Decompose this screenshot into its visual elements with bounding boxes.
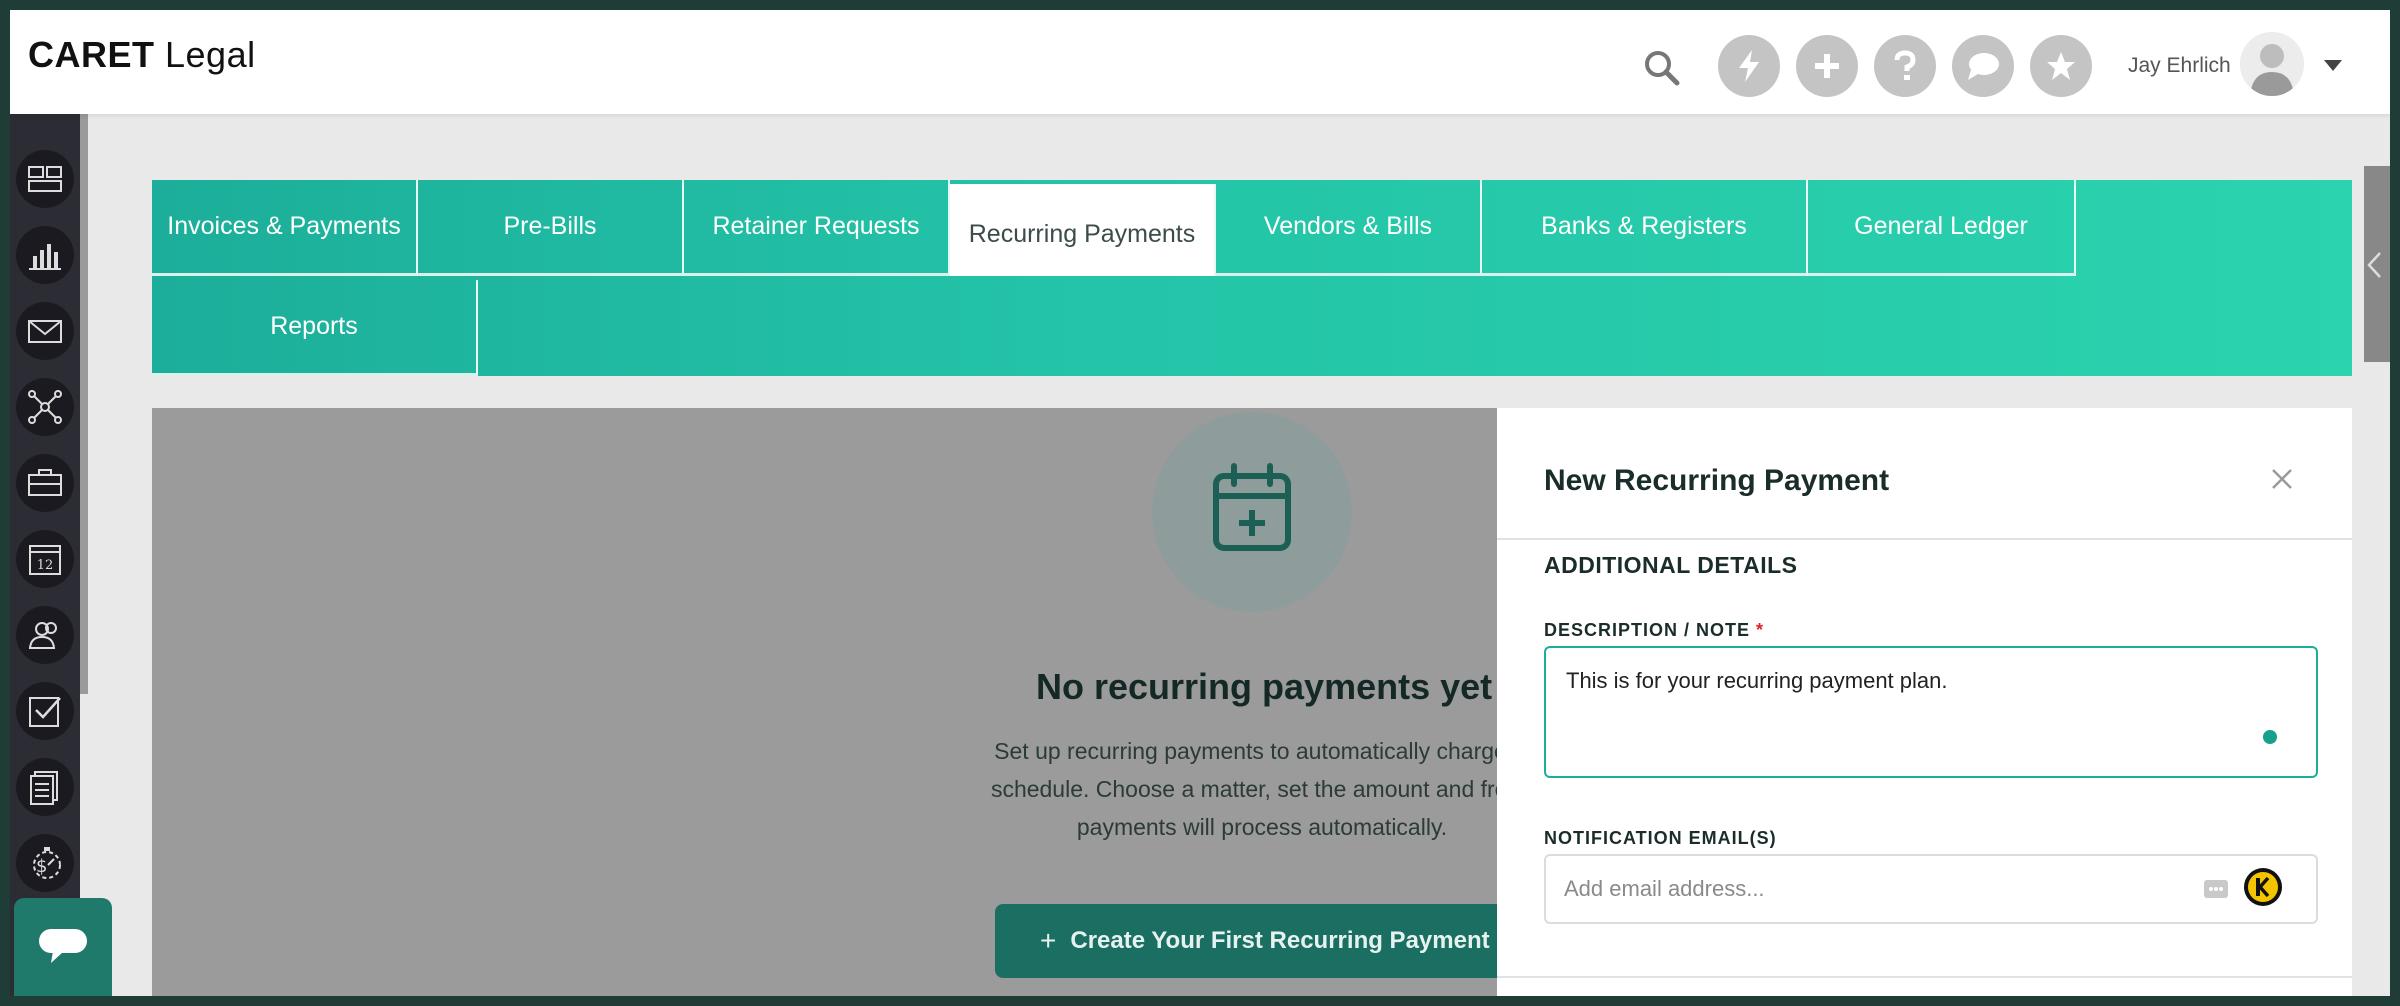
tab-general-ledger[interactable]: General Ledger [1808, 180, 2076, 276]
description-label-text: DESCRIPTION / NOTE [1544, 620, 1751, 640]
reports-chart-icon[interactable] [16, 226, 74, 284]
user-name[interactable]: Jay Ehrlich [2128, 54, 2231, 78]
new-recurring-payment-panel: New Recurring Payment ADDITIONAL DETAILS… [1497, 408, 2352, 996]
network-icon[interactable] [16, 378, 74, 436]
tab-retainer-requests[interactable]: Retainer Requests [684, 180, 950, 276]
left-sidebar: 12 $ [10, 114, 80, 996]
tab-bar: Invoices & Payments Pre-Bills Retainer R… [152, 180, 2352, 376]
description-label: DESCRIPTION / NOTE * [1544, 620, 1764, 641]
chat-widget-button[interactable] [14, 898, 112, 996]
mail-icon[interactable] [16, 302, 74, 360]
search-icon[interactable] [1642, 48, 1682, 88]
cta-label: Create Your First Recurring Payment [1070, 927, 1490, 954]
description-field[interactable] [1544, 646, 2318, 778]
keeper-icon[interactable] [2244, 868, 2282, 906]
sidebar-scrollbar[interactable] [80, 114, 88, 694]
close-icon[interactable] [2267, 464, 2297, 494]
autofill-icon[interactable] [2203, 876, 2229, 902]
briefcase-icon[interactable] [16, 454, 74, 512]
email-field[interactable] [1544, 854, 2318, 924]
tab-recurring-payments[interactable]: Recurring Payments [950, 184, 1216, 276]
lightning-icon[interactable] [1718, 35, 1780, 97]
empty-state-title: No recurring payments yet [1036, 666, 1493, 707]
app-logo[interactable]: CARET Legal [28, 34, 256, 76]
plus-icon: + [1040, 925, 1057, 956]
description-line: payments will process automatically. [1076, 814, 1448, 840]
tasks-icon[interactable] [16, 682, 74, 740]
app-window: CARET Legal Jay Ehrlich 12 $ Invoices & … [10, 10, 2390, 996]
calendar-icon[interactable]: 12 [16, 530, 74, 588]
tab-invoices-payments[interactable]: Invoices & Payments [152, 180, 418, 276]
grammar-indicator-icon[interactable] [2263, 730, 2277, 744]
help-icon[interactable] [1874, 35, 1936, 97]
empty-state-description: Set up recurring payments to automatical… [912, 732, 1497, 846]
chevron-down-icon[interactable] [2324, 60, 2342, 71]
avatar[interactable] [2240, 32, 2304, 96]
tab-pre-bills[interactable]: Pre-Bills [418, 180, 684, 276]
dashboard-icon[interactable] [16, 150, 74, 208]
notification-email-label: NOTIFICATION EMAIL(S) [1544, 828, 1777, 848]
description-line: Set up recurring payments to automatical… [994, 738, 1497, 764]
plus-icon[interactable] [1796, 35, 1858, 97]
calendar-plus-icon [1213, 463, 1291, 551]
top-header: CARET Legal Jay Ehrlich [10, 10, 2390, 114]
section-heading: ADDITIONAL DETAILS [1544, 552, 1798, 578]
empty-state-illustration [1152, 412, 1352, 612]
svg-text:$: $ [36, 856, 47, 877]
divider [1497, 976, 2352, 978]
chevron-left-icon[interactable] [2364, 250, 2386, 280]
logo-mark: CARET [28, 34, 155, 75]
logo-wordmark: Legal [154, 34, 256, 75]
create-recurring-payment-button[interactable]: + Create Your First Recurring Payment [995, 904, 1497, 978]
billing-timer-icon[interactable]: $ [16, 834, 74, 892]
svg-text:12: 12 [37, 558, 54, 573]
tab-vendors-bills[interactable]: Vendors & Bills [1216, 180, 1482, 276]
documents-icon[interactable] [16, 758, 74, 816]
recurring-payments-empty-state: No recurring payments yet Set up recurri… [152, 408, 1497, 996]
chat-bubble-icon [39, 929, 87, 963]
contacts-icon[interactable] [16, 606, 74, 664]
chat-icon[interactable] [1952, 35, 2014, 97]
description-line: schedule. Choose a matter, set the amoun… [990, 776, 1497, 802]
tab-banks-registers[interactable]: Banks & Registers [1482, 180, 1808, 276]
required-mark: * [1756, 620, 1765, 640]
panel-title: New Recurring Payment [1544, 464, 1890, 497]
tab-reports[interactable]: Reports [152, 280, 478, 376]
divider [1497, 538, 2352, 540]
star-icon[interactable] [2030, 35, 2092, 97]
